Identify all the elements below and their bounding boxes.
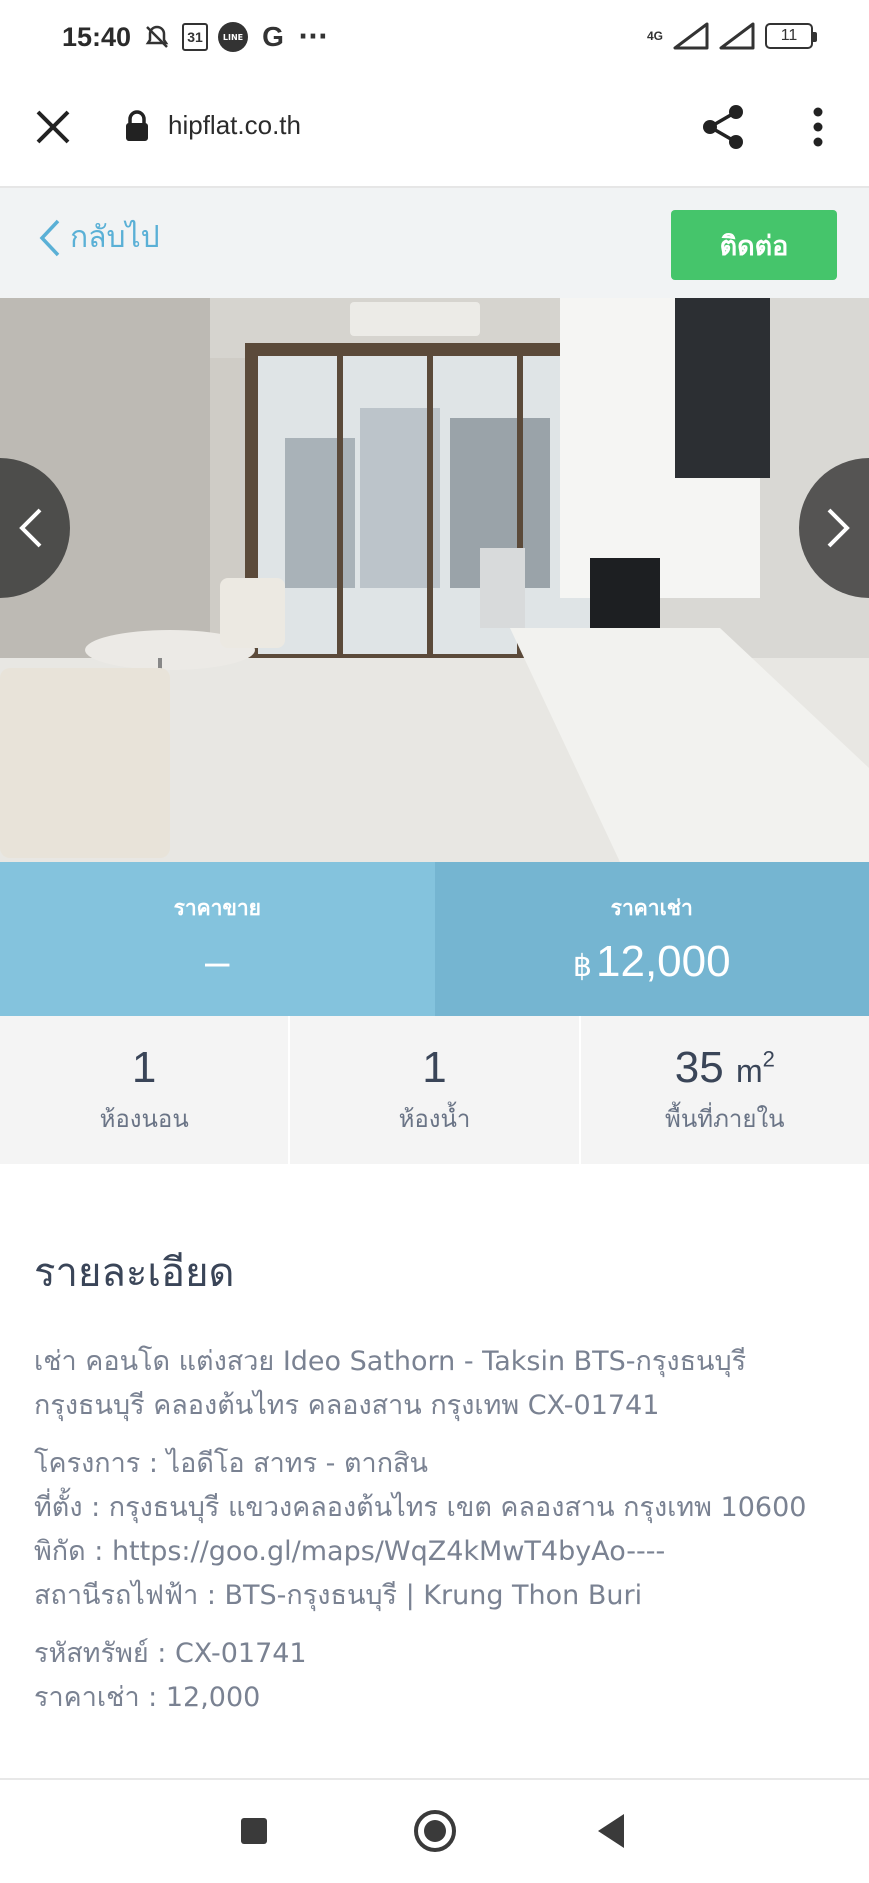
chevron-right-icon — [827, 508, 850, 548]
back-button[interactable] — [598, 1814, 624, 1848]
url-text[interactable]: hipflat.co.th — [168, 110, 301, 141]
stat-bedrooms: 1 ห้องนอน — [0, 1016, 291, 1164]
close-icon[interactable] — [30, 104, 76, 150]
sale-price-value: – — [205, 936, 230, 986]
details-code: รหัสทรัพย์ : CX-01741 — [34, 1638, 307, 1669]
status-bar: 15:40 31 LINE G ··· 4G 11 — [0, 0, 869, 80]
listing-header: กลับไป ติดต่อ — [0, 188, 869, 298]
area-unit: m — [735, 1052, 763, 1089]
currency-symbol: ฿ — [572, 949, 592, 983]
browser-toolbar: hipflat.co.th — [0, 80, 869, 188]
calendar-icon: 31 — [182, 23, 208, 51]
area-number: 35 — [674, 1042, 724, 1092]
stat-area: 35 m2 พื้นที่ภายใน — [581, 1016, 869, 1164]
signal-icon — [673, 22, 709, 50]
bathrooms-value: 1 — [422, 1042, 447, 1092]
chevron-left-icon — [39, 219, 60, 256]
google-icon: G — [262, 21, 284, 52]
listing-photo[interactable] — [0, 298, 869, 862]
details-info: โครงการ : ไอดีโอ สาทร - ตากสิน ที่ตั้ง :… — [34, 1442, 834, 1618]
details-intro: เช่า คอนโด แต่งสวย Ideo Sathorn - Taksin… — [34, 1346, 747, 1421]
more-vert-icon[interactable] — [800, 102, 836, 152]
bedrooms-value: 1 — [131, 1042, 157, 1092]
contact-button[interactable]: ติดต่อ — [671, 210, 837, 280]
details-section: รายละเอียด เช่า คอนโด แต่งสวย Ideo Satho… — [34, 1240, 834, 1734]
battery-icon: 11 — [765, 23, 817, 49]
rent-amount: 12,000 — [596, 936, 731, 986]
network-type: 4G — [646, 29, 663, 43]
details-location: ที่ตั้ง : กรุงธนบุรี แขวงคลองต้นไทร เขต … — [34, 1492, 807, 1523]
details-project: โครงการ : ไอดีโอ สาทร - ตากสิน — [34, 1448, 428, 1479]
system-status: 4G 11 — [646, 22, 817, 50]
details-rent-price: ราคาเช่า : 12,000 — [34, 1682, 261, 1713]
recents-button[interactable] — [241, 1818, 267, 1844]
sale-price-label: ราคาขาย — [173, 895, 261, 920]
details-title: รายละเอียด — [34, 1250, 235, 1296]
share-icon[interactable] — [700, 102, 746, 152]
status-time: 15:40 — [62, 22, 132, 52]
rent-price: ราคาเช่า ฿ 12,000 — [434, 862, 869, 1016]
area-label: พื้นที่ภายใน — [665, 1104, 785, 1133]
system-navigation-bar — [0, 1778, 869, 1883]
lock-icon — [126, 110, 148, 141]
bell-off-icon — [142, 22, 172, 52]
home-button[interactable] — [414, 1810, 456, 1852]
back-label: กลับไป — [70, 220, 160, 255]
back-link[interactable]: กลับไป — [38, 214, 160, 261]
bedrooms-label: ห้องนอน — [99, 1104, 189, 1133]
notification-icons: 31 LINE G ··· — [142, 21, 328, 52]
price-band: ราคาขาย – ราคาเช่า ฿ 12,000 — [0, 862, 869, 1016]
chevron-left-icon — [19, 508, 42, 548]
rent-price-value: ฿ 12,000 — [573, 937, 731, 987]
bathrooms-label: ห้องน้ำ — [398, 1104, 471, 1133]
area-value: 35 m2 — [675, 1043, 775, 1093]
details-station: สถานีรถไฟฟ้า : BTS-กรุงธนบุรี | Krung Th… — [34, 1580, 643, 1611]
details-coords[interactable]: พิกัด : https://goo.gl/maps/WqZ4kMwT4byA… — [34, 1536, 665, 1567]
rent-price-label: ราคาเช่า — [610, 895, 693, 920]
sale-price: ราคาขาย – — [0, 862, 435, 1016]
details-meta: รหัสทรัพย์ : CX-01741 ราคาเช่า : 12,000 — [34, 1632, 834, 1720]
room-photo — [0, 298, 869, 862]
stat-bathrooms: 1 ห้องน้ำ — [290, 1016, 581, 1164]
property-stats: 1 ห้องนอน 1 ห้องน้ำ 35 m2 พื้นที่ภายใน — [0, 1016, 869, 1164]
area-unit-sup: 2 — [762, 1045, 775, 1071]
more-notifications-icon: ··· — [298, 22, 328, 52]
line-app-icon: LINE — [218, 22, 248, 52]
signal-icon — [719, 22, 755, 50]
